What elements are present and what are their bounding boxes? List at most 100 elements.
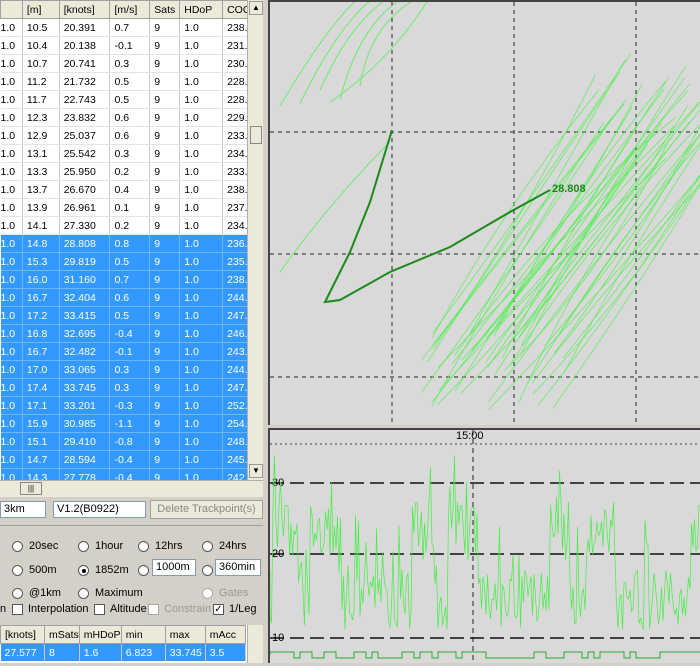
grid-horizontal-scrollbar[interactable]: ||| xyxy=(0,480,263,497)
trackpoint-table[interactable]: [m] [knots] [m/s] Sats HDoP COG 1.0 10.5 20.391… xyxy=(0,0,263,480)
table-row[interactable]: 1.0 14.3 27.778 -0.4 9 1.0 242.9 xyxy=(0,468,263,480)
speed-graph[interactable]: 15:00 30 20 10 xyxy=(268,428,700,663)
table-row[interactable]: 1.0 14.7 28.594 -0.4 9 1.0 245.8 xyxy=(0,450,263,469)
table-cell: -0.1 xyxy=(109,342,151,361)
distance-input[interactable]: 1000m xyxy=(152,559,196,576)
table-cell: 1.0 xyxy=(0,72,23,91)
table-row[interactable]: 1.0 16.7 32.404 0.6 9 1.0 244.1 xyxy=(0,288,263,307)
table-row[interactable]: 1.0 14.1 27.330 0.2 9 1.0 234.0 xyxy=(0,216,263,235)
table-row[interactable]: 1.0 12.3 23.832 0.6 9 1.0 229.5 xyxy=(0,108,263,127)
table-cell: 9 xyxy=(149,180,181,199)
checkbox-1-leg[interactable]: ✓ xyxy=(213,604,224,615)
table-row[interactable]: 1.0 11.2 21.732 0.5 9 1.0 228.3 xyxy=(0,72,263,91)
track-map[interactable]: 28.808 xyxy=(268,0,700,425)
table-cell: 13.7 xyxy=(22,180,60,199)
table-cell: 9 xyxy=(149,54,181,73)
checkbox-interpolation[interactable] xyxy=(12,604,23,615)
radio-500m[interactable] xyxy=(12,565,23,576)
track-line xyxy=(359,0,416,87)
grid-vertical-scrollbar[interactable]: ▲ ▼ xyxy=(247,0,264,480)
table-row[interactable]: 1.0 13.3 25.950 0.2 9 1.0 233.8 xyxy=(0,162,263,181)
table-row[interactable]: 1.0 17.0 33.065 0.3 9 1.0 244.7 xyxy=(0,360,263,379)
graph-canvas[interactable]: 15:00302010 xyxy=(269,430,700,663)
radio-distance[interactable] xyxy=(138,565,149,576)
scroll-down-icon[interactable]: ▼ xyxy=(249,464,263,478)
track-line xyxy=(431,147,636,403)
delete-trackpoints-button[interactable]: Delete Trackpoint(s) xyxy=(150,500,263,519)
table-cell: 13.9 xyxy=(22,198,60,217)
selected-track[interactable] xyxy=(323,129,551,304)
table-row[interactable]: 1.0 14.8 28.808 0.8 9 1.0 236.7 xyxy=(0,234,263,253)
table-row[interactable]: 1.0 15.9 30.985 -1.1 9 1.0 254.5 xyxy=(0,414,263,433)
table-cell: 9 xyxy=(149,414,181,433)
table-row[interactable]: 1.0 10.7 20.741 0.3 9 1.0 230.3 xyxy=(0,54,263,73)
distance-field[interactable]: 3km xyxy=(0,501,46,518)
table-cell: 26.961 xyxy=(59,198,111,217)
table-cell: 9 xyxy=(149,18,181,37)
table-row[interactable]: 1.0 10.5 20.391 0.7 9 1.0 238.9 xyxy=(0,18,263,37)
table-row[interactable]: 1.0 15.1 29.410 -0.8 9 1.0 248.8 xyxy=(0,432,263,451)
table-row[interactable]: 1.0 13.9 26.961 0.1 9 1.0 237.9 xyxy=(0,198,263,217)
table-row[interactable]: 1.0 16.0 31.160 0.7 9 1.0 238.8 xyxy=(0,270,263,289)
table-row[interactable]: 1.0 13.7 26.670 0.4 9 1.0 238.9 xyxy=(0,180,263,199)
table-cell: 11.7 xyxy=(22,90,60,109)
radio-1hour[interactable] xyxy=(78,541,89,552)
map-canvas[interactable]: 28.808 xyxy=(270,0,700,425)
table-row[interactable]: 1.0 17.4 33.745 0.3 9 1.0 247.4 xyxy=(0,378,263,397)
table-row[interactable]: 1.0 16.8 32.695 -0.4 9 1.0 246.9 xyxy=(0,324,263,343)
table-cell: 1.0 xyxy=(0,90,23,109)
table-cell: 9 xyxy=(149,36,181,55)
track-line xyxy=(520,65,687,355)
radio-duration[interactable] xyxy=(202,565,213,576)
table-cell: 1.0 xyxy=(0,342,23,361)
radio-12hrs[interactable] xyxy=(138,541,149,552)
table-cell: 1.0 xyxy=(179,72,224,91)
column-header[interactable]: [knots] xyxy=(58,0,111,19)
table-cell: 13.3 xyxy=(22,162,60,181)
column-header[interactable]: [m] xyxy=(21,0,60,19)
table-cell: 26.670 xyxy=(59,180,111,199)
trackpoint-grid[interactable]: [m] [knots] [m/s] Sats HDoP COG 1.0 10.5 20.391… xyxy=(0,0,264,480)
scroll-thumb[interactable] xyxy=(250,126,262,144)
radio-label: 12hrs xyxy=(155,540,183,552)
table-cell: 1.0 xyxy=(179,126,224,145)
table-cell: 1.0 xyxy=(0,54,23,73)
radio-gates[interactable] xyxy=(202,588,213,599)
hscroll-thumb[interactable]: ||| xyxy=(20,482,42,495)
table-row[interactable]: 1.0 11.7 22.743 0.5 9 1.0 228.1 xyxy=(0,90,263,109)
radio-1852m[interactable] xyxy=(78,565,89,576)
radio-maximum[interactable] xyxy=(78,588,89,599)
table-cell: 9 xyxy=(149,450,181,469)
track-line xyxy=(501,81,667,359)
duration-input[interactable]: 360min xyxy=(215,559,261,576)
table-row[interactable]: 1.0 17.2 33.415 0.5 9 1.0 247.4 xyxy=(0,306,263,325)
table-cell: 1.0 xyxy=(0,144,23,163)
table-cell: 9 xyxy=(149,252,181,271)
radio-24hrs[interactable] xyxy=(202,541,213,552)
checkbox-altitude[interactable] xyxy=(94,604,105,615)
summary-table: [knots] mSats mHDoP min max mAcc 27.577 8 1.6 6.… xyxy=(0,625,246,661)
table-cell: 32.482 xyxy=(59,342,111,361)
table-row[interactable]: 1.0 12.9 25.037 0.6 9 1.0 233.3 xyxy=(0,126,263,145)
table-row[interactable]: 1.0 16.7 32.482 -0.1 9 1.0 243.1 xyxy=(0,342,263,361)
checkbox-label: 1/Leg xyxy=(229,603,257,615)
table-row[interactable]: 1.0 15.3 29.819 0.5 9 1.0 235.4 xyxy=(0,252,263,271)
table-cell: 12.9 xyxy=(22,126,60,145)
table-row[interactable]: 1.0 10.4 20.138 -0.1 9 1.0 231.8 xyxy=(0,36,263,55)
table-row[interactable]: 1.0 13.1 25.542 0.3 9 1.0 234.2 xyxy=(0,144,263,163)
table-cell: 0.7 xyxy=(109,18,151,37)
table-cell: 1.0 xyxy=(179,396,224,415)
column-header[interactable]: [m/s] xyxy=(109,0,151,19)
radio--1km[interactable] xyxy=(12,588,23,599)
table-cell: 1.0 xyxy=(0,252,23,271)
table-row[interactable]: 1.0 17.1 33.201 -0.3 9 1.0 252.8 xyxy=(0,396,263,415)
table-cell: 33.201 xyxy=(59,396,111,415)
checkbox-constrain[interactable] xyxy=(148,604,159,615)
column-header[interactable] xyxy=(0,0,23,19)
scroll-up-icon[interactable]: ▲ xyxy=(249,1,263,15)
column-header[interactable]: Sats xyxy=(149,0,181,19)
table-cell: 1.0 xyxy=(0,288,23,307)
radio-20sec[interactable] xyxy=(12,541,23,552)
column-header[interactable]: HDoP xyxy=(179,0,224,19)
table-cell: 28.808 xyxy=(59,234,111,253)
